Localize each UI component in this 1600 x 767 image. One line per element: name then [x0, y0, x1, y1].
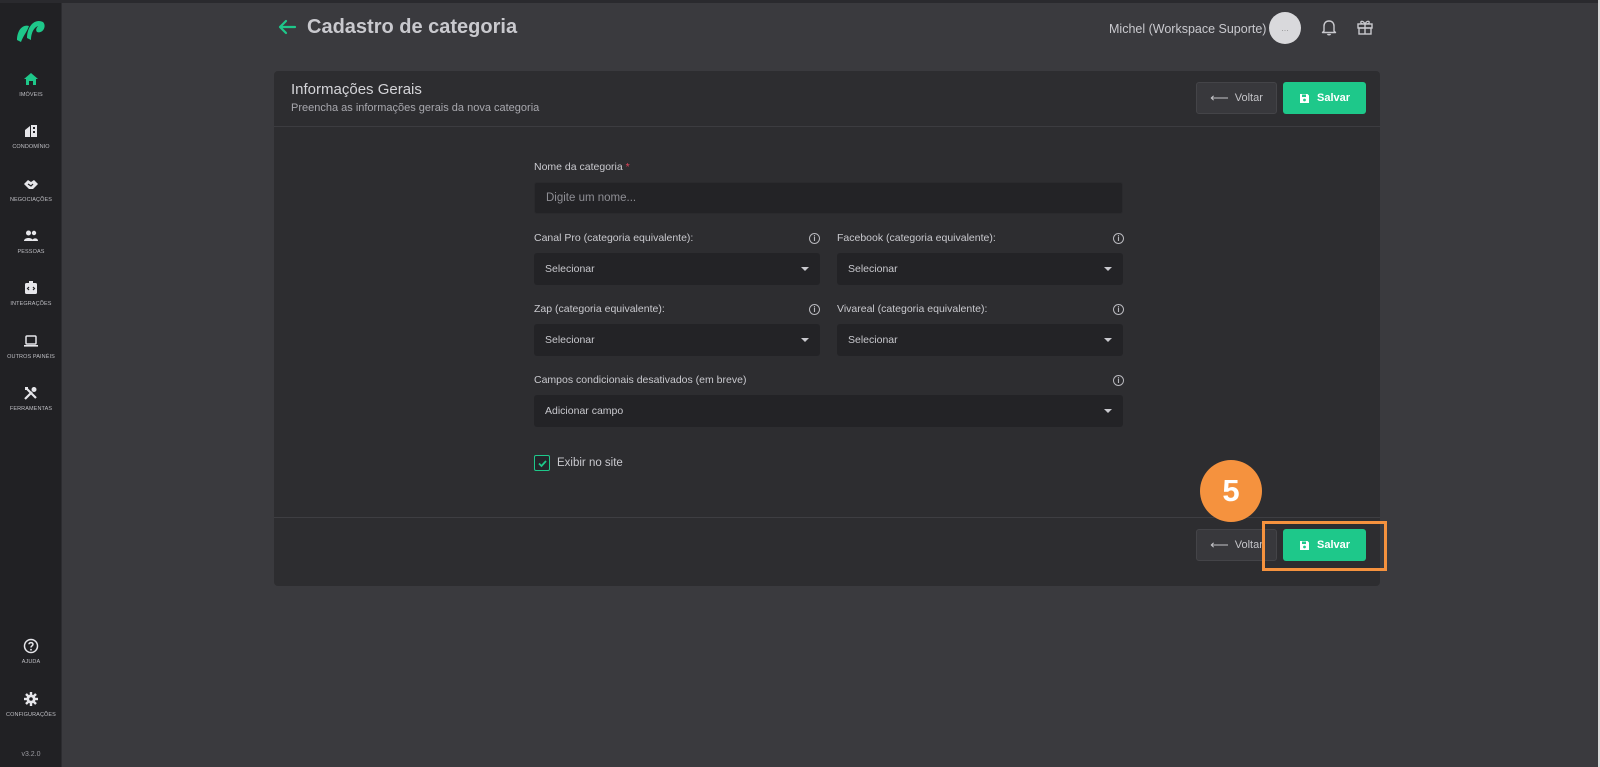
user-name[interactable]: Michel (Workspace Suporte): [1109, 22, 1266, 36]
info-icon[interactable]: i: [1113, 375, 1124, 386]
required-mark: *: [625, 161, 630, 173]
sidebar-item-pessoas[interactable]: PESSOAS: [0, 224, 62, 270]
sidebar-item-imoveis[interactable]: IMÓVEIS: [0, 67, 62, 113]
facebook-label: Facebook (categoria equivalente):: [837, 232, 996, 244]
name-label-text: Nome da categoria: [534, 161, 623, 173]
zap-select[interactable]: Selecionar: [534, 324, 820, 356]
window-top-border: [0, 0, 1600, 3]
sidebar-item-label: INTEGRAÇÕES: [10, 301, 52, 307]
sidebar-item-label: CONDOMÍNIO: [12, 144, 50, 150]
canal-pro-label: Canal Pro (categoria equivalente):: [534, 232, 694, 244]
salvar-label: Salvar: [1316, 92, 1351, 104]
card-title: Informações Gerais: [291, 81, 422, 98]
category-name-input[interactable]: [534, 182, 1123, 214]
sidebar-item-condominio[interactable]: CONDOMÍNIO: [0, 119, 62, 165]
caret-down-icon: [1104, 338, 1112, 342]
sidebar-item-integracoes[interactable]: INTEGRAÇÕES: [0, 276, 62, 322]
bell-icon[interactable]: [1320, 18, 1338, 36]
laptop-icon: [24, 335, 38, 347]
sidebar-item-configuracoes[interactable]: CONFIGURAÇÕES: [0, 687, 62, 733]
info-icon[interactable]: i: [1113, 233, 1124, 244]
page-title: Cadastro de categoria: [307, 16, 518, 38]
sidebar-item-label: NEGOCIAÇÕES: [9, 197, 53, 203]
sidebar-item-label: AJUDA: [21, 659, 41, 665]
canal-pro-select[interactable]: Selecionar: [534, 253, 820, 285]
avatar[interactable]: ...: [1269, 12, 1301, 44]
select-value: Selecionar: [545, 334, 595, 346]
gear-icon: [24, 692, 38, 706]
vivareal-label: Vivareal (categoria equivalente):: [837, 303, 988, 315]
app-logo[interactable]: [13, 14, 47, 44]
people-icon: [24, 230, 38, 241]
handshake-icon: [24, 180, 38, 189]
step-highlight-box: [1262, 521, 1387, 571]
sidebar-item-label: IMÓVEIS: [19, 92, 43, 98]
sidebar-item-label: PESSOAS: [17, 249, 45, 255]
top-voltar-button[interactable]: ⟵ Voltar: [1196, 82, 1277, 114]
save-icon: [1299, 93, 1309, 103]
arrow-left-icon: ⟵: [1210, 90, 1229, 105]
conditional-fields-label: Campos condicionais desativados (em brev…: [534, 374, 747, 386]
integrations-icon: [25, 281, 37, 294]
select-value: Selecionar: [848, 334, 898, 346]
arrow-left-icon: ⟵: [1210, 537, 1229, 552]
info-icon[interactable]: i: [1113, 304, 1124, 315]
facebook-select[interactable]: Selecionar: [837, 253, 1123, 285]
voltar-label: Voltar: [1234, 539, 1263, 551]
info-icon[interactable]: i: [809, 233, 820, 244]
caret-down-icon: [801, 338, 809, 342]
card-subtitle: Preencha as informações gerais da nova c…: [291, 102, 540, 114]
name-field-label: Nome da categoria *: [534, 161, 630, 173]
vivareal-select[interactable]: Selecionar: [837, 324, 1123, 356]
caret-down-icon: [1104, 409, 1112, 413]
select-value: Adicionar campo: [545, 405, 624, 417]
sidebar-item-negociacoes[interactable]: NEGOCIAÇÕES: [0, 172, 62, 218]
show-on-site-label: Exibir no site: [557, 457, 623, 469]
sidebar-item-label: FERRAMENTAS: [9, 406, 53, 412]
help-icon: [23, 638, 39, 654]
sidebar-item-outros-paineis[interactable]: OUTROS PAINÉIS: [0, 329, 62, 375]
select-value: Selecionar: [848, 263, 898, 275]
sidebar-item-label: OUTROS PAINÉIS: [7, 354, 55, 360]
app-version: v3.2.0: [21, 751, 41, 758]
sidebar-item-ajuda[interactable]: AJUDA: [0, 634, 62, 680]
top-salvar-button[interactable]: Salvar: [1283, 82, 1366, 114]
voltar-label: Voltar: [1234, 92, 1263, 104]
home-icon: [24, 73, 38, 85]
step-callout-badge: 5: [1200, 460, 1262, 522]
back-arrow-icon[interactable]: [276, 16, 298, 38]
sidebar: IMÓVEIS CONDOMÍNIO NEGOCIAÇÕES PESSOAS I…: [0, 3, 62, 767]
select-value: Selecionar: [545, 263, 595, 275]
sidebar-item-label: CONFIGURAÇÕES: [6, 712, 56, 718]
gift-icon[interactable]: [1356, 18, 1374, 36]
caret-down-icon: [801, 267, 809, 271]
info-icon[interactable]: i: [809, 304, 820, 315]
show-on-site-checkbox[interactable]: [534, 455, 550, 471]
add-field-select[interactable]: Adicionar campo: [534, 395, 1123, 427]
checkmark-icon: [537, 459, 547, 467]
tools-icon: [24, 387, 37, 400]
sidebar-item-ferramentas[interactable]: FERRAMENTAS: [0, 381, 62, 427]
caret-down-icon: [1104, 267, 1112, 271]
building-icon: [25, 125, 37, 137]
zap-label: Zap (categoria equivalente):: [534, 303, 665, 315]
